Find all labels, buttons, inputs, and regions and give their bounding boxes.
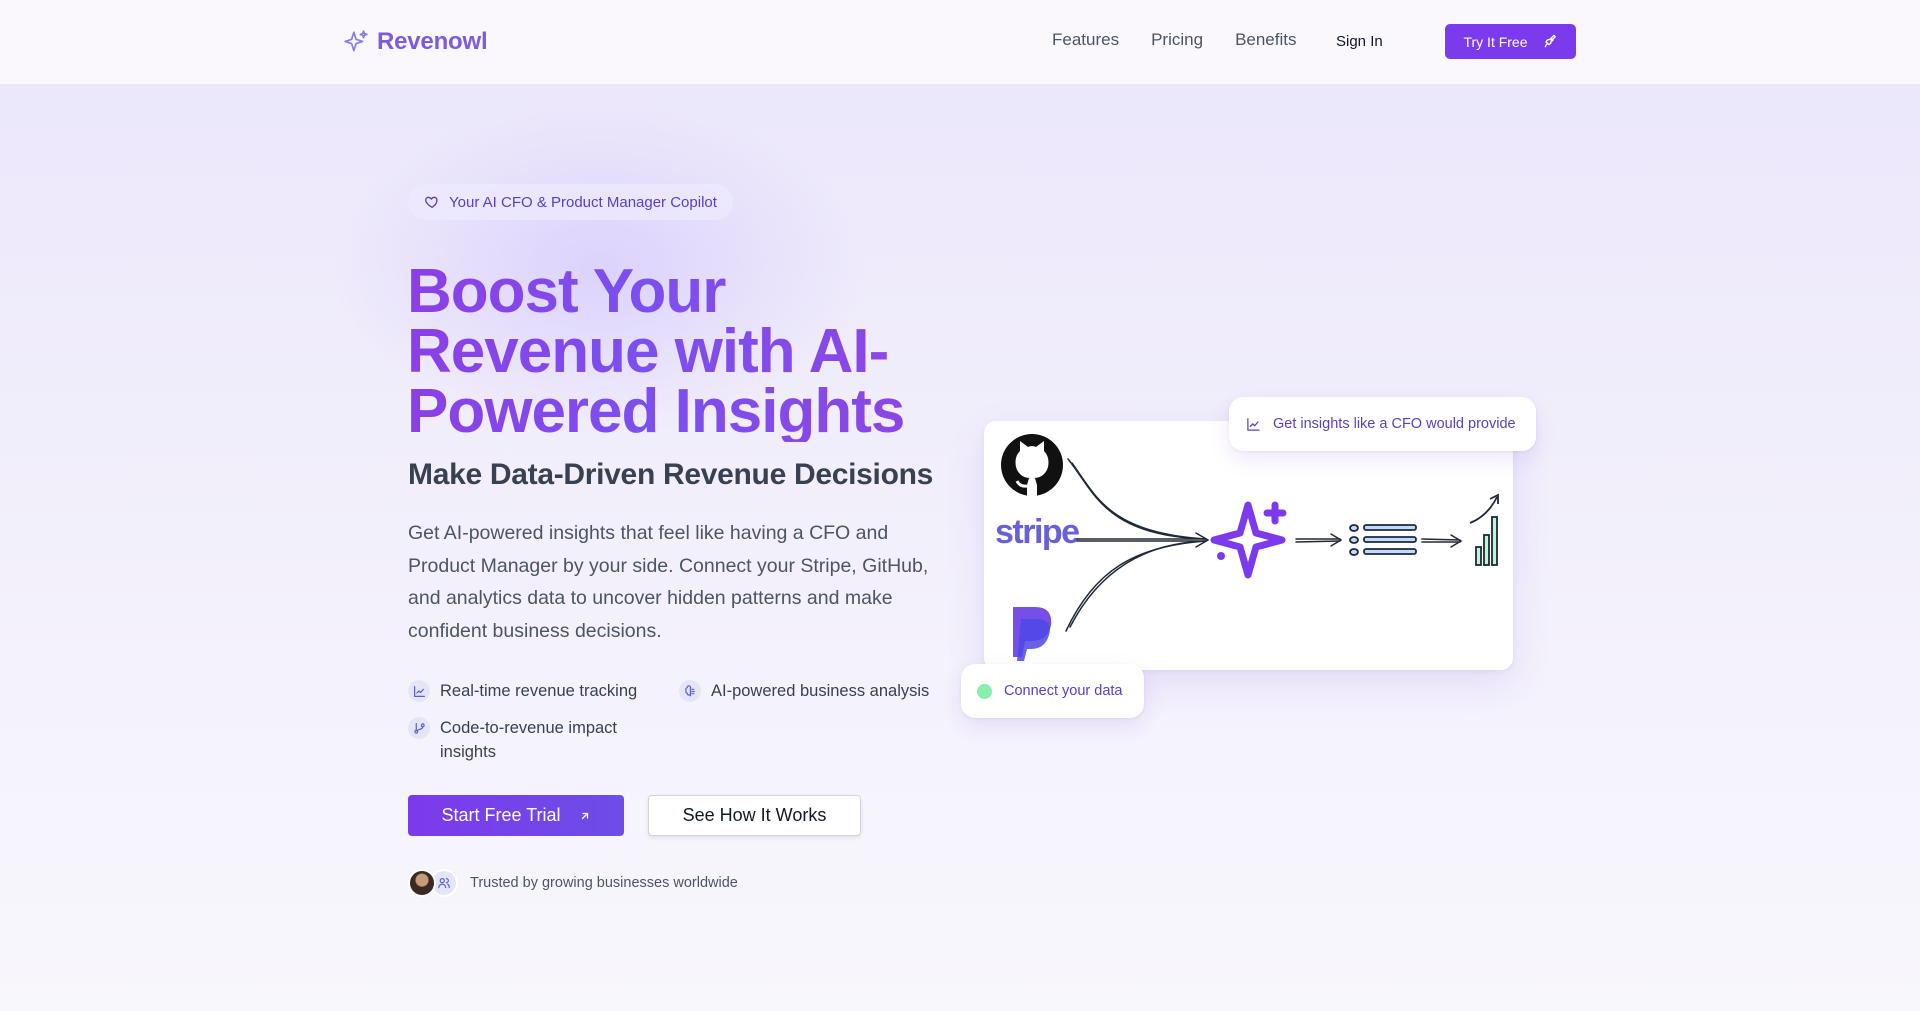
feature-label: Real-time revenue tracking (440, 682, 638, 700)
trust-text: Trusted by growing businesses worldwide (470, 875, 738, 891)
feature-item: Code-to-revenue impact insights (408, 716, 648, 764)
nav-benefits[interactable]: Benefits (1235, 30, 1296, 50)
nav-pricing[interactable]: Pricing (1151, 30, 1203, 50)
trust-row: Trusted by growing businesses worldwide (408, 869, 738, 897)
arrow-to-chart (1421, 534, 1463, 548)
heart-icon (425, 196, 438, 208)
data-flow-card: stripe (984, 421, 1513, 670)
connector-lines (1065, 458, 1210, 632)
ai-sparkle-icon (1210, 501, 1287, 579)
page-background (0, 0, 1920, 1011)
try-it-free-button[interactable]: Try It Free (1445, 24, 1576, 59)
main-nav: Features Pricing Benefits (1052, 30, 1297, 50)
hero-subtitle: Make Data-Driven Revenue Decisions (408, 458, 934, 491)
site-header: Revenowl Features Pricing Benefits Sign … (0, 0, 1920, 85)
arrow-up-right-icon (581, 812, 588, 819)
list-icon (1349, 524, 1417, 556)
data-flow-diagram: stripe (995, 434, 1499, 661)
arrow-to-list (1295, 533, 1343, 547)
sign-in-link[interactable]: Sign In (1336, 33, 1383, 50)
hero-title: Boost Your Revenue with AI-Powered Insig… (407, 261, 927, 443)
start-free-trial-button[interactable]: Start Free Trial (408, 795, 624, 836)
logo-text: Revenowl (377, 28, 488, 55)
avatar (408, 869, 436, 897)
feature-label: Code-to-revenue impact insights (440, 719, 618, 761)
github-logo-icon (1001, 434, 1063, 496)
nav-features[interactable]: Features (1052, 30, 1119, 50)
paypal-logo-icon (1013, 607, 1052, 661)
try-it-free-label: Try It Free (1463, 33, 1528, 50)
status-dot (977, 683, 992, 699)
rocket-icon (1544, 34, 1556, 47)
see-how-it-works-button[interactable]: See How It Works (648, 795, 861, 836)
feature-item: AI-powered business analysis (679, 679, 929, 703)
chart-line-icon (1247, 417, 1260, 431)
hero-badge: Your AI CFO & Product Manager Copilot (408, 184, 733, 220)
growth-chart-icon (1469, 493, 1499, 566)
cfo-insights-text: Get insights like a CFO would provide (1273, 416, 1516, 432)
brain-icon (679, 680, 701, 702)
hero-badge-text: Your AI CFO & Product Manager Copilot (449, 193, 717, 211)
git-branch-icon (408, 717, 430, 739)
chart-line-icon (408, 680, 430, 702)
hero-description: Get AI-powered insights that feel like h… (408, 522, 929, 642)
stripe-logo: stripe (995, 513, 1079, 551)
logo[interactable]: Revenowl (343, 28, 488, 56)
connect-data-pill: Connect your data (961, 664, 1144, 718)
connect-data-text: Connect your data (1004, 683, 1123, 699)
start-free-trial-label: Start Free Trial (441, 805, 561, 825)
sparkle-logo-icon (344, 30, 368, 52)
feature-item: Real-time revenue tracking (408, 679, 637, 703)
cfo-insights-pill: Get insights like a CFO would provide (1229, 397, 1536, 451)
feature-label: AI-powered business analysis (711, 682, 930, 700)
